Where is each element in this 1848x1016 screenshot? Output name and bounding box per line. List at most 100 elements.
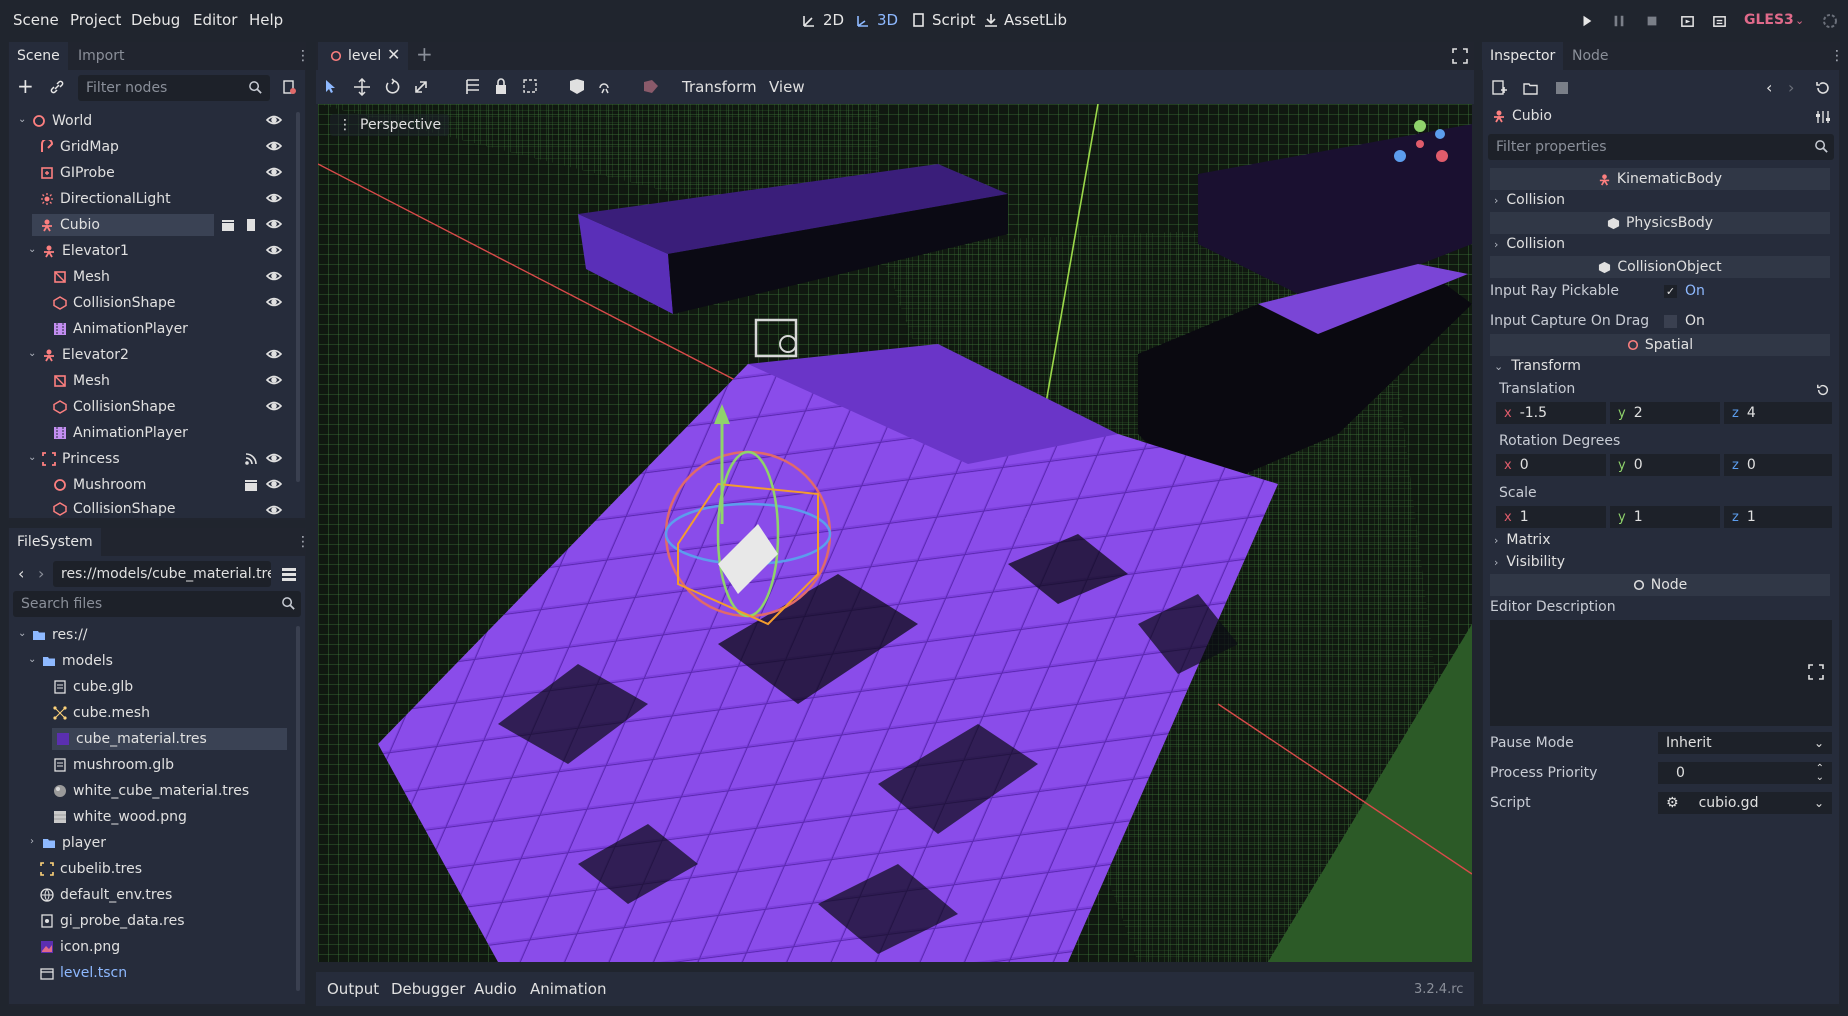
play-icon[interactable]: [1578, 12, 1596, 30]
clapperboard-icon[interactable]: [244, 478, 258, 492]
fs-item-cube-mesh[interactable]: cube.mesh: [53, 702, 150, 724]
file-tree-scrollbar[interactable]: [296, 626, 300, 991]
link-icon[interactable]: [49, 79, 65, 95]
search-files-input[interactable]: Search files: [13, 591, 301, 617]
tree-item-mushroom[interactable]: Mushroom: [53, 474, 146, 496]
add-tab-icon[interactable]: +: [416, 42, 433, 66]
fs-item-player[interactable]: › player: [28, 832, 106, 854]
history-icon[interactable]: [1815, 80, 1831, 96]
fs-item-gi-probe-data[interactable]: gi_probe_data.res: [40, 910, 185, 932]
add-node-icon[interactable]: +: [17, 74, 34, 98]
history-back-icon[interactable]: ‹: [1766, 78, 1772, 97]
tree-item-animationplayer[interactable]: AnimationPlayer: [53, 318, 188, 340]
collision-group-2[interactable]: › Collision: [1494, 236, 1565, 252]
tree-item-collisionshape[interactable]: CollisionShape: [53, 396, 175, 418]
tab-animation[interactable]: Animation: [530, 980, 606, 998]
tab-filesystem[interactable]: FileSystem: [9, 528, 101, 556]
history-forward-icon[interactable]: ›: [1788, 78, 1794, 97]
scale-x-field[interactable]: x1: [1496, 506, 1606, 528]
object-tools-icon[interactable]: [1815, 109, 1831, 125]
translation-z-field[interactable]: z4: [1724, 402, 1832, 424]
tree-item-mesh[interactable]: Mesh: [53, 370, 110, 392]
tab-output[interactable]: Output: [327, 980, 379, 998]
fs-item-models[interactable]: ⌄ models: [28, 650, 113, 672]
revert-icon[interactable]: [1816, 383, 1830, 397]
perspective-menu[interactable]: ⋮ Perspective: [330, 114, 450, 136]
filter-properties-input[interactable]: Filter properties: [1488, 134, 1834, 160]
menu-scene[interactable]: Scene: [13, 11, 59, 29]
play-scene-icon[interactable]: [1678, 12, 1696, 30]
process-priority-spinbox[interactable]: 0 ⌃ ⌄: [1658, 762, 1832, 784]
play-custom-scene-icon[interactable]: [1710, 12, 1728, 30]
inspected-object[interactable]: Cubio: [1492, 108, 1552, 124]
fs-item-default-env[interactable]: default_env.tres: [40, 884, 172, 906]
back-arrow-icon[interactable]: ‹: [18, 564, 24, 583]
matrix-group[interactable]: › Matrix: [1494, 532, 1550, 548]
tab-inspector[interactable]: Inspector: [1482, 42, 1564, 70]
tree-item-directionallight[interactable]: DirectionalLight: [40, 188, 171, 210]
stop-icon[interactable]: [1643, 12, 1661, 30]
view-menu[interactable]: View: [769, 78, 805, 96]
translation-y-field[interactable]: y2: [1610, 402, 1720, 424]
tab-scene[interactable]: Scene: [9, 42, 68, 70]
close-icon[interactable]: ✕: [387, 45, 400, 64]
3d-viewport[interactable]: [318, 104, 1472, 962]
collision-group-1[interactable]: › Collision: [1494, 192, 1565, 208]
split-view-icon[interactable]: [281, 566, 297, 582]
script-add-icon[interactable]: [281, 79, 297, 95]
clapperboard-icon[interactable]: [221, 218, 235, 232]
tree-item-collisionshape[interactable]: CollisionShape: [53, 500, 175, 518]
forward-arrow-icon[interactable]: ›: [38, 564, 44, 583]
menu-debug[interactable]: Debug: [131, 11, 180, 29]
tree-item-cubio[interactable]: Cubio: [32, 214, 214, 236]
menu-help[interactable]: Help: [249, 11, 283, 29]
tab-debugger[interactable]: Debugger: [391, 980, 465, 998]
tree-item-collisionshape[interactable]: CollisionShape: [53, 292, 175, 314]
fs-item-cubelib[interactable]: cubelib.tres: [40, 858, 142, 880]
scale-z-field[interactable]: z1: [1724, 506, 1832, 528]
script-resource-field[interactable]: ⚙ cubio.gd ⌄: [1658, 792, 1832, 814]
rotation-z-field[interactable]: z0: [1724, 454, 1832, 476]
fs-item-res[interactable]: ⌄ res://: [18, 624, 88, 646]
workspace-3d-button[interactable]: 3D: [856, 11, 898, 29]
transform-group[interactable]: ⌄ Transform: [1494, 358, 1581, 374]
tree-item-elevator2[interactable]: ⌄ Elevator2: [28, 344, 129, 366]
tab-import[interactable]: Import: [70, 42, 132, 70]
input-capture-checkbox[interactable]: On: [1664, 313, 1705, 329]
path-field[interactable]: res://models/cube_material.tre: [53, 561, 271, 587]
filter-nodes-input[interactable]: Filter nodes: [78, 75, 270, 101]
pause-icon[interactable]: [1610, 12, 1628, 30]
fs-item-cube-material[interactable]: cube_material.tres: [52, 728, 287, 750]
menu-project[interactable]: Project: [70, 11, 121, 29]
fs-item-cube-glb[interactable]: cube.glb: [53, 676, 133, 698]
rotation-x-field[interactable]: x0: [1496, 454, 1606, 476]
workspace-2d-button[interactable]: 2D: [802, 11, 844, 29]
scale-y-field[interactable]: y1: [1610, 506, 1720, 528]
dock-menu-icon[interactable]: ⋮: [296, 48, 310, 64]
editor-description-textarea[interactable]: [1490, 620, 1832, 726]
tab-node[interactable]: Node: [1564, 42, 1617, 70]
fs-item-white-cube-material[interactable]: white_cube_material.tres: [53, 780, 249, 802]
transform-menu[interactable]: Transform: [682, 78, 757, 96]
tree-item-animationplayer[interactable]: AnimationPlayer: [53, 422, 188, 444]
translation-x-field[interactable]: x -1.5: [1496, 402, 1606, 424]
dock-menu-icon[interactable]: ⋮: [1830, 48, 1844, 64]
tab-audio[interactable]: Audio: [474, 980, 517, 998]
rotation-y-field[interactable]: y0: [1610, 454, 1720, 476]
menu-editor[interactable]: Editor: [193, 11, 237, 29]
tree-item-giprobe[interactable]: GIProbe: [40, 162, 115, 184]
tree-item-princess[interactable]: ⌄ Princess: [28, 448, 120, 470]
fs-item-level-tscn[interactable]: level.tscn: [40, 962, 127, 984]
script-icon[interactable]: [244, 218, 258, 232]
expand-icon[interactable]: [1808, 664, 1824, 680]
fs-item-icon-png[interactable]: icon.png: [40, 936, 120, 958]
workspace-assetlib-button[interactable]: AssetLib: [983, 11, 1067, 29]
tree-item-elevator1[interactable]: ⌄ Elevator1: [28, 240, 129, 262]
scene-tree-scrollbar[interactable]: [296, 112, 300, 482]
fs-item-mushroom-glb[interactable]: mushroom.glb: [53, 754, 174, 776]
visibility-group[interactable]: › Visibility: [1494, 554, 1565, 570]
dock-menu-icon[interactable]: ⋮: [296, 534, 310, 550]
input-ray-pickable-checkbox[interactable]: ✓ On: [1664, 283, 1705, 299]
renderer-selector[interactable]: GLES3: [1744, 12, 1794, 28]
workspace-script-button[interactable]: Script: [911, 11, 976, 29]
